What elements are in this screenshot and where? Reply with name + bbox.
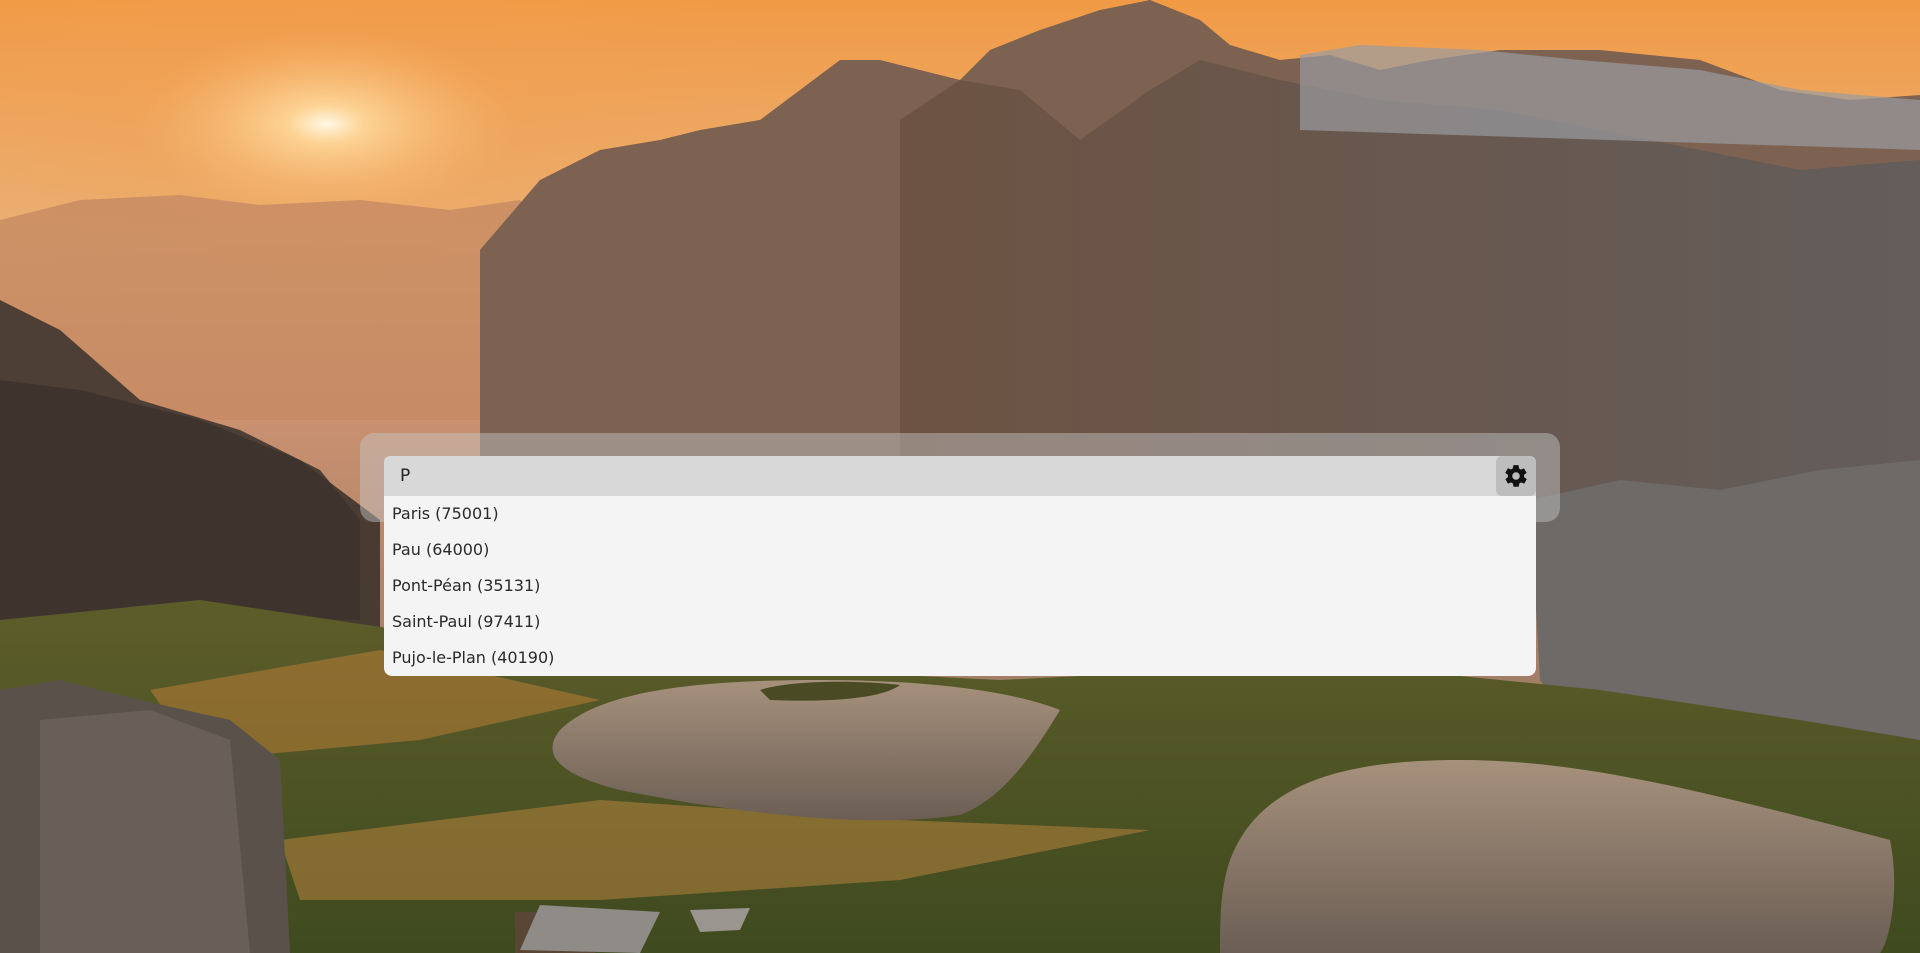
search-input[interactable] bbox=[384, 456, 1494, 496]
suggestion-item[interactable]: Paris (75001) bbox=[384, 496, 1536, 532]
suggestion-item[interactable]: Pujo-le-Plan (40190) bbox=[384, 640, 1536, 676]
suggestion-item[interactable]: Saint-Paul (97411) bbox=[384, 604, 1536, 640]
suggestion-item[interactable]: Pau (64000) bbox=[384, 532, 1536, 568]
suggestions-list: Paris (75001) Pau (64000) Pont-Péan (351… bbox=[384, 496, 1536, 676]
search-bar bbox=[384, 456, 1536, 496]
suggestion-item[interactable]: Pont-Péan (35131) bbox=[384, 568, 1536, 604]
gear-icon bbox=[1505, 465, 1527, 487]
settings-button[interactable] bbox=[1496, 456, 1536, 496]
